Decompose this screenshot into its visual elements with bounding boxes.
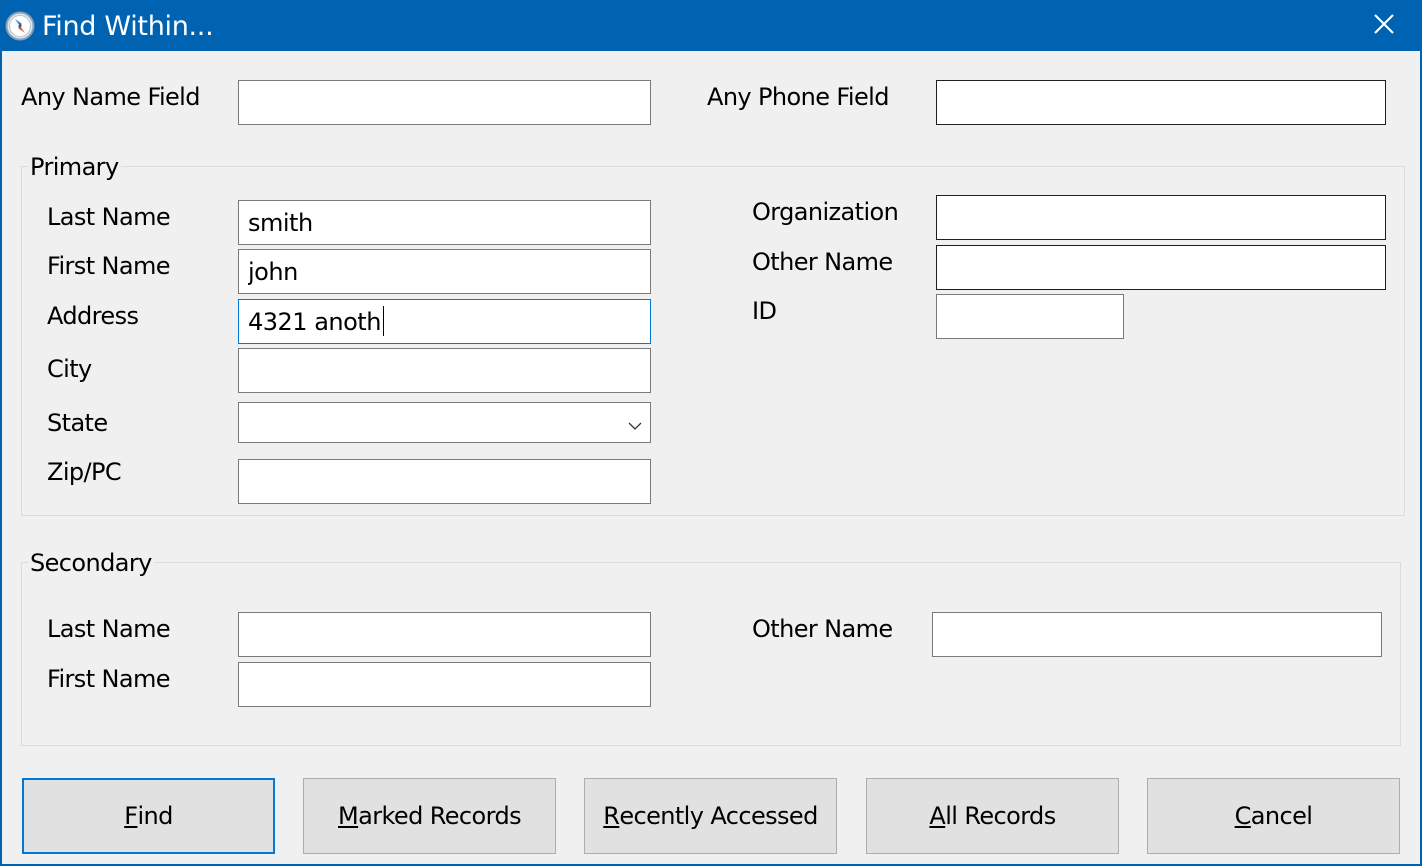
- dialog-body: Any Name Field Any Phone Field Primary L…: [2, 51, 1420, 864]
- close-button[interactable]: [1346, 0, 1422, 51]
- recently-accessed-button[interactable]: Recently Accessed: [584, 778, 837, 854]
- primary-zip-label: Zip/PC: [47, 458, 122, 486]
- primary-organization-label: Organization: [752, 198, 899, 226]
- primary-zip-input[interactable]: [238, 459, 651, 504]
- primary-other-name-input[interactable]: [936, 245, 1386, 290]
- primary-state-select[interactable]: [238, 402, 651, 443]
- primary-id-label: ID: [752, 297, 777, 325]
- any-name-label: Any Name Field: [21, 83, 200, 111]
- marked-mnemonic: M: [338, 802, 359, 830]
- find-label: ind: [137, 802, 173, 830]
- secondary-last-name-input[interactable]: [238, 612, 651, 657]
- any-phone-input[interactable]: [936, 80, 1386, 125]
- secondary-group-title: Secondary: [28, 548, 154, 578]
- primary-group-title: Primary: [28, 152, 121, 182]
- cancel-mnemonic: C: [1234, 802, 1252, 830]
- primary-address-label: Address: [47, 302, 139, 330]
- secondary-other-name-label: Other Name: [752, 615, 893, 643]
- secondary-first-name-label: First Name: [47, 665, 171, 693]
- find-button[interactable]: Find: [22, 778, 275, 854]
- find-mnemonic: F: [124, 802, 138, 830]
- primary-id-input[interactable]: [936, 294, 1124, 339]
- primary-last-name-label: Last Name: [47, 203, 171, 231]
- text-caret: [383, 306, 384, 336]
- primary-first-name-label: First Name: [47, 252, 171, 280]
- secondary-last-name-label: Last Name: [47, 615, 171, 643]
- chevron-down-icon: [628, 416, 642, 435]
- primary-first-name-input[interactable]: [238, 249, 651, 294]
- primary-address-input[interactable]: [238, 299, 651, 344]
- any-name-input[interactable]: [238, 80, 651, 125]
- marked-label: arked Records: [358, 802, 521, 830]
- cancel-label: ancel: [1250, 802, 1313, 830]
- primary-state-label: State: [47, 409, 108, 437]
- any-phone-label: Any Phone Field: [707, 83, 889, 111]
- primary-last-name-input[interactable]: [238, 200, 651, 245]
- primary-city-label: City: [47, 355, 92, 383]
- recent-label: ecently Accessed: [619, 802, 818, 830]
- secondary-other-name-input[interactable]: [932, 612, 1382, 657]
- compass-icon: [5, 11, 35, 41]
- cancel-button[interactable]: Cancel: [1147, 778, 1400, 854]
- primary-organization-input[interactable]: [936, 195, 1386, 240]
- close-icon: [1373, 13, 1395, 39]
- marked-records-button[interactable]: Marked Records: [303, 778, 556, 854]
- window-title: Find Within...: [42, 11, 214, 42]
- primary-other-name-label: Other Name: [752, 248, 893, 276]
- all-records-button[interactable]: All Records: [866, 778, 1119, 854]
- secondary-first-name-input[interactable]: [238, 662, 651, 707]
- title-bar: Find Within...: [0, 0, 1422, 51]
- recent-mnemonic: R: [603, 802, 620, 830]
- primary-city-input[interactable]: [238, 348, 651, 393]
- all-mnemonic: A: [929, 802, 946, 830]
- all-label: ll Records: [945, 802, 1056, 830]
